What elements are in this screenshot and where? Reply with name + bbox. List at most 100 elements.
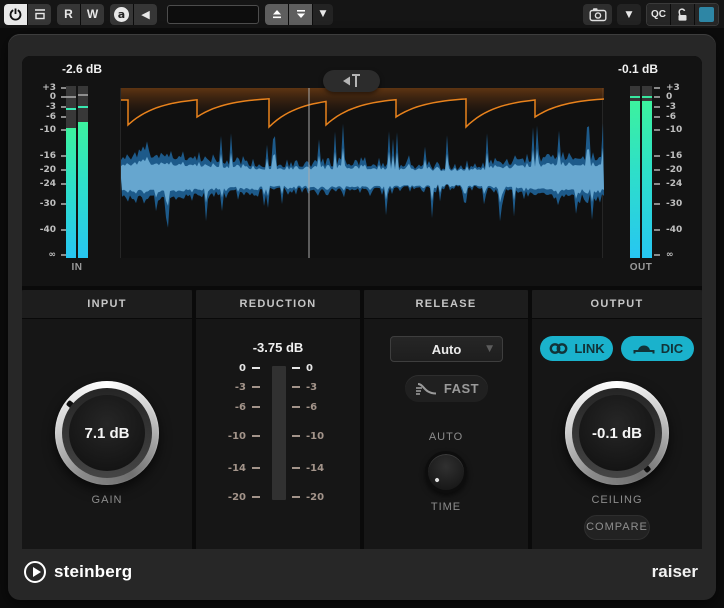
intersample-clip-icon [633, 345, 655, 354]
scale-row: -10 [220, 431, 260, 442]
output-panel: OUTPUT LINK DIC -0.1 dB CEILING COMPARE [532, 290, 702, 549]
scale-row: -24 [28, 179, 68, 189]
previous-preset-button[interactable] [265, 3, 288, 25]
plugin-title: raiser [651, 561, 698, 581]
automation-mode-button[interactable]: a [110, 3, 133, 25]
power-icon [9, 8, 22, 20]
plugin-window: -2.6 dB +3 0 -3 -6 -10 -16 -20 -24 -30 -40 ∞ IN [8, 34, 716, 600]
bypass-icon [34, 9, 45, 20]
scale-row: -6 [220, 402, 260, 413]
bypass-button[interactable] [28, 3, 51, 25]
in-meter-left-bar [66, 128, 76, 258]
input-panel-title: INPUT [22, 290, 192, 319]
out-meter-left-track [630, 86, 640, 258]
read-automation-button[interactable]: R [57, 3, 80, 25]
gain-label: GAIN [91, 494, 123, 506]
in-meter-right-track [78, 86, 88, 258]
fast-release-button[interactable]: FAST [405, 375, 488, 402]
gain-knob[interactable]: 7.1 dB [55, 381, 159, 485]
focus-button[interactable] [695, 4, 718, 25]
scale-row: -20 [220, 492, 260, 503]
tick-mark [252, 435, 260, 437]
scale-row: -30 [654, 199, 700, 209]
reduction-panel-title: REDUCTION [196, 290, 360, 319]
peak-mark [66, 96, 76, 98]
tick-mark [252, 467, 260, 469]
reduction-panel: REDUCTION -3.75 dB 0 -3 -6 -10 -14 -20 0 -3 -6 -… [196, 290, 360, 549]
link-button[interactable]: LINK [540, 336, 613, 361]
compare-button[interactable]: COMPARE [584, 515, 650, 540]
previous-setting-button[interactable]: ◀ [134, 3, 157, 25]
scale-row: 0 [654, 92, 700, 102]
link-icon [549, 343, 568, 354]
scale-row: 0 [220, 363, 260, 374]
ceiling-label: CEILING [591, 494, 643, 506]
dic-button[interactable]: DIC [621, 336, 694, 361]
release-panel-title: RELEASE [364, 290, 528, 319]
input-level-value: -2.6 dB [61, 62, 102, 76]
plugin-toolbar: R W a ◀ ▼ ▼ QC [0, 0, 724, 28]
scale-row: -3 [654, 102, 700, 112]
brand: steinberg [24, 560, 133, 583]
scale-row: -30 [28, 199, 68, 209]
brand-name: steinberg [54, 561, 133, 581]
write-label: W [86, 7, 99, 21]
preset-menu-button[interactable]: ▼ [313, 3, 333, 25]
display-handle-button[interactable] [323, 70, 380, 92]
activate-button[interactable] [4, 3, 27, 25]
camera-icon [589, 8, 607, 22]
scale-row: -14 [292, 463, 336, 474]
output-panel-title: OUTPUT [532, 290, 702, 319]
dic-label: DIC [660, 341, 684, 356]
automation-icon: a [114, 6, 129, 22]
tick-mark [654, 155, 660, 157]
lock-button[interactable] [671, 4, 694, 25]
scale-row: ∞ [654, 250, 700, 260]
preset-field[interactable] [167, 4, 259, 24]
scale-row: -20 [28, 165, 68, 175]
chevron-down-icon: ▼ [625, 9, 633, 20]
scale-row: -10 [654, 125, 700, 135]
time-knob[interactable] [425, 451, 467, 493]
peak-mark [78, 106, 88, 108]
tick-mark [654, 87, 660, 89]
tick-mark [292, 467, 300, 469]
quick-controls-button[interactable]: QC [647, 4, 670, 25]
release-mode-dropdown[interactable]: Auto ▼ [390, 336, 503, 362]
tick-mark [292, 435, 300, 437]
gain-value: 7.1 dB [84, 424, 130, 442]
triangle-up-bar-icon [272, 10, 281, 19]
arrow-left-icon: ◀ [141, 7, 150, 21]
snapshot-button[interactable] [583, 4, 612, 25]
link-label: LINK [574, 341, 605, 356]
tick-mark [654, 116, 660, 118]
release-panel: RELEASE Auto ▼ FAST AUTO TIME [364, 290, 528, 549]
fast-label: FAST [443, 381, 480, 396]
peak-mark [66, 108, 76, 110]
scale-row: ∞ [28, 250, 68, 260]
in-meter-label: IN [71, 262, 83, 273]
display-panel: -2.6 dB +3 0 -3 -6 -10 -16 -20 -24 -30 -40 ∞ IN [22, 56, 702, 286]
plugin-footer: steinberg raiser [8, 549, 716, 600]
scale-row: -3 [292, 382, 336, 393]
next-preset-button[interactable] [289, 3, 312, 25]
output-level-value: -0.1 dB [617, 62, 658, 76]
unlock-icon [678, 7, 687, 21]
marker-adjust-icon [342, 74, 360, 87]
scale-row: -6 [28, 112, 68, 122]
ceiling-value: -0.1 dB [591, 424, 642, 442]
tick-mark [292, 386, 300, 388]
ceiling-knob[interactable]: -0.1 dB [565, 381, 669, 485]
tick-mark [292, 496, 300, 498]
focus-indicator-icon [699, 7, 714, 22]
steinberg-logo-icon [24, 560, 46, 583]
functions-menu-button[interactable]: ▼ [617, 4, 641, 25]
write-automation-button[interactable]: W [81, 3, 104, 25]
tick-mark [292, 367, 300, 369]
scale-row: -10 [28, 125, 68, 135]
scale-row: -6 [654, 112, 700, 122]
peak-mark [630, 96, 640, 98]
tick-mark [654, 229, 660, 231]
knob-pointer [434, 477, 440, 483]
auto-label: AUTO [428, 431, 464, 443]
